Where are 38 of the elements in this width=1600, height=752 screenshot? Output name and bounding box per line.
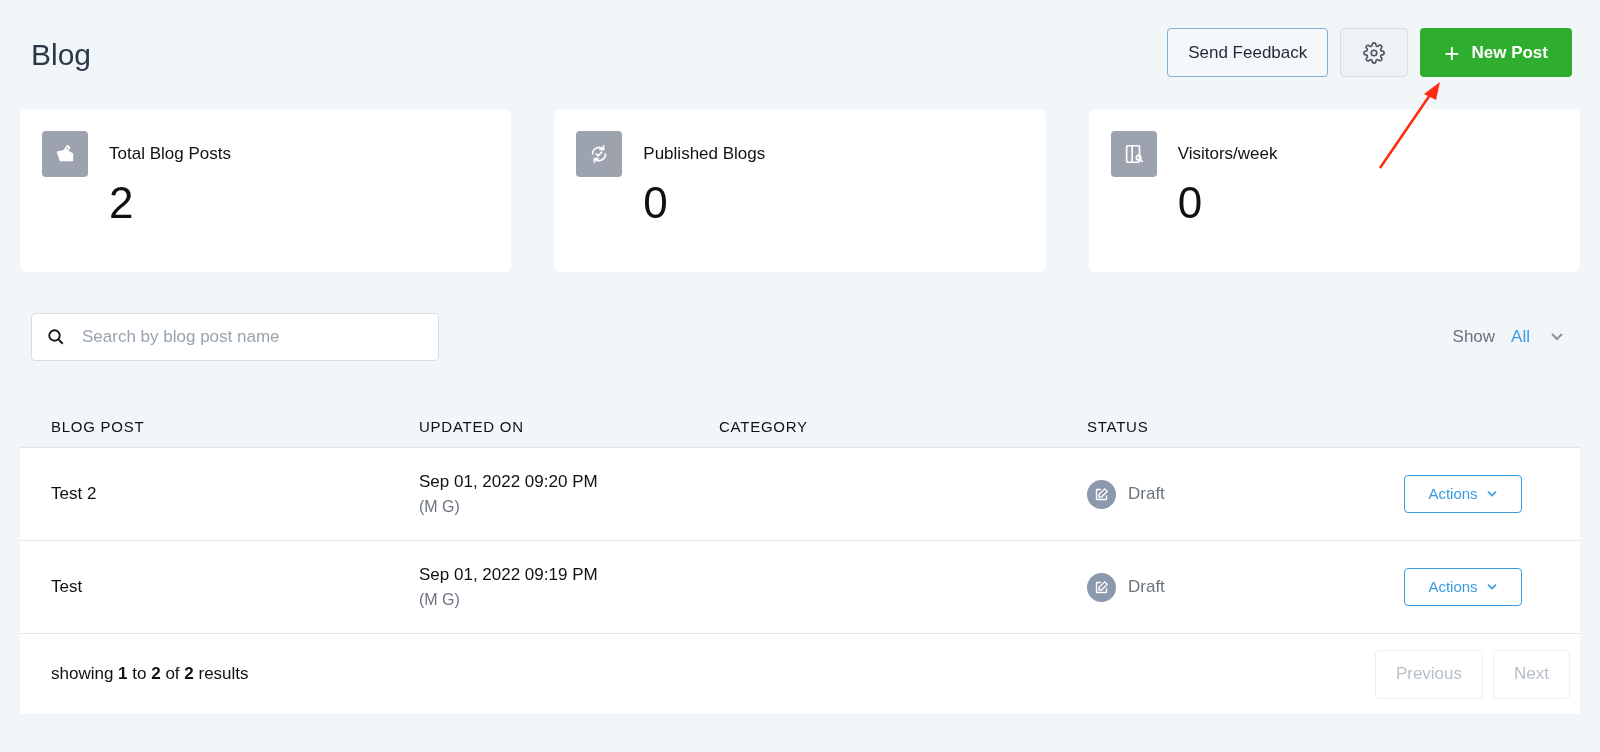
chevron-down-icon [1550, 332, 1564, 342]
stat-value: 0 [643, 180, 669, 225]
chevron-down-icon [1485, 490, 1498, 498]
actions-dropdown[interactable]: Actions [1404, 568, 1522, 606]
updated-date: Sep 01, 2022 09:19 PM [419, 564, 599, 587]
stat-value: 0 [1177, 180, 1204, 225]
feedback-button[interactable]: Send Feedback [1167, 28, 1329, 77]
edit-icon [1087, 572, 1116, 602]
pen-note-icon [42, 131, 88, 177]
author-name: (M G) [419, 589, 461, 610]
column-header: CATEGORY [719, 417, 809, 438]
edit-icon [1087, 479, 1116, 509]
show-label: Show [1452, 326, 1496, 349]
actions-dropdown[interactable]: Actions [1404, 475, 1522, 513]
stat-label: Published Blogs [643, 143, 766, 165]
stat-label: Visitors/week [1177, 143, 1278, 165]
column-header: BLOG POST [51, 417, 146, 438]
new-post-button[interactable]: + New Post [1420, 28, 1572, 77]
panel-search-icon [1110, 131, 1157, 177]
settings-button[interactable] [1340, 28, 1409, 77]
updated-date: Sep 01, 2022 09:20 PM [419, 471, 599, 494]
status-text: Draft [1128, 576, 1165, 599]
stat-label: Total Blog Posts [109, 143, 231, 165]
author-name: (M G) [419, 496, 461, 517]
post-name: Test 2 [51, 483, 98, 506]
settings-icon [1363, 41, 1386, 64]
search-icon [47, 328, 65, 346]
stat-value: 2 [109, 180, 135, 225]
column-header: STATUS [1087, 417, 1150, 438]
status-text: Draft [1128, 483, 1165, 506]
search-field[interactable]: Search by blog post name [31, 313, 439, 361]
results-summary: showing 1 to 2 of 2 results [51, 663, 249, 686]
page-title: Blog [31, 37, 92, 73]
show-filter-dropdown[interactable]: All [1511, 324, 1564, 350]
column-header: UPDATED ON [419, 417, 525, 438]
chevron-down-icon [1485, 583, 1498, 591]
post-name: Test [51, 576, 84, 599]
refresh-check-icon [576, 131, 623, 177]
